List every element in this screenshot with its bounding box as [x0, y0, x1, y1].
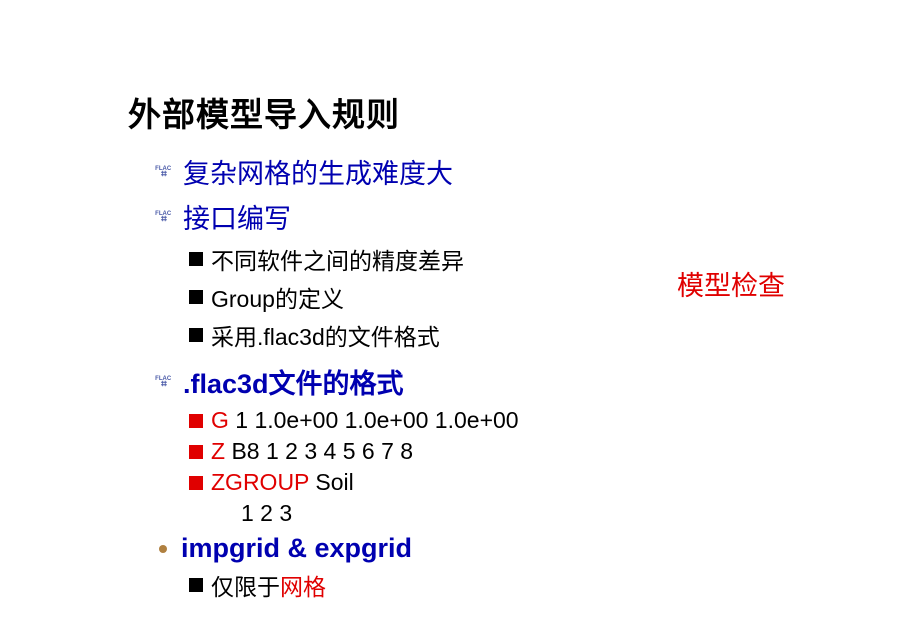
bullet-item-complex-grid: FLAC ⌗ 复杂网格的生成难度大	[155, 152, 519, 191]
sub-bullet-zgroup-line: ZGROUP Soil	[189, 469, 519, 496]
bullet-item-flac3d-format: FLAC ⌗ .flac3d文件的格式	[155, 362, 519, 401]
sub-bullet-text: ZGROUP Soil	[211, 469, 354, 496]
bullet-text: 接口编写	[183, 197, 291, 236]
sub-bullet-zgroup-values: 1 2 3	[241, 500, 519, 527]
side-note-model-check: 模型检查	[677, 264, 785, 303]
square-bullet-icon	[189, 252, 203, 266]
sub-bullet-text: 采用.flac3d的文件格式	[211, 318, 440, 352]
bullet-text: impgrid & expgrid	[181, 533, 412, 564]
bullet-text: .flac3d文件的格式	[183, 362, 404, 401]
red-square-bullet-icon	[189, 445, 203, 459]
square-bullet-icon	[189, 578, 203, 592]
sub-bullet-text: G 1 1.0e+00 1.0e+00 1.0e+00	[211, 407, 519, 434]
red-square-bullet-icon	[189, 414, 203, 428]
flac-bullet-icon: FLAC ⌗	[155, 208, 173, 226]
flac-bullet-icon: FLAC ⌗	[155, 373, 173, 391]
dot-bullet-icon	[159, 545, 167, 553]
sub-bullet-group-def: Group的定义	[189, 280, 519, 314]
sub-bullet-z-line: Z B8 1 2 3 4 5 6 7 8	[189, 438, 519, 465]
slide-title: 外部模型导入规则	[128, 88, 400, 136]
content-area: FLAC ⌗ 复杂网格的生成难度大 FLAC ⌗ 接口编写 不同软件之间的精度差…	[155, 152, 519, 606]
bullet-item-interface: FLAC ⌗ 接口编写	[155, 197, 519, 236]
sub-bullet-text: Z B8 1 2 3 4 5 6 7 8	[211, 438, 413, 465]
sub-bullet-precision: 不同软件之间的精度差异	[189, 242, 519, 276]
bullet-item-impgrid: impgrid & expgrid	[155, 533, 519, 564]
sub-bullet-text: Group的定义	[211, 280, 344, 314]
sub-bullet-use-flac3d: 采用.flac3d的文件格式	[189, 318, 519, 352]
square-bullet-icon	[189, 290, 203, 304]
square-bullet-icon	[189, 328, 203, 342]
sub-bullet-text: 仅限于网格	[211, 568, 326, 602]
red-square-bullet-icon	[189, 476, 203, 490]
flac-bullet-icon: FLAC ⌗	[155, 163, 173, 181]
sub-bullet-grid-only: 仅限于网格	[189, 568, 519, 602]
slide: 外部模型导入规则 模型检查 FLAC ⌗ 复杂网格的生成难度大 FLAC ⌗ 接…	[0, 0, 920, 626]
sub-bullet-g-line: G 1 1.0e+00 1.0e+00 1.0e+00	[189, 407, 519, 434]
sub-bullet-text: 不同软件之间的精度差异	[211, 242, 464, 276]
bullet-text: 复杂网格的生成难度大	[183, 152, 453, 191]
